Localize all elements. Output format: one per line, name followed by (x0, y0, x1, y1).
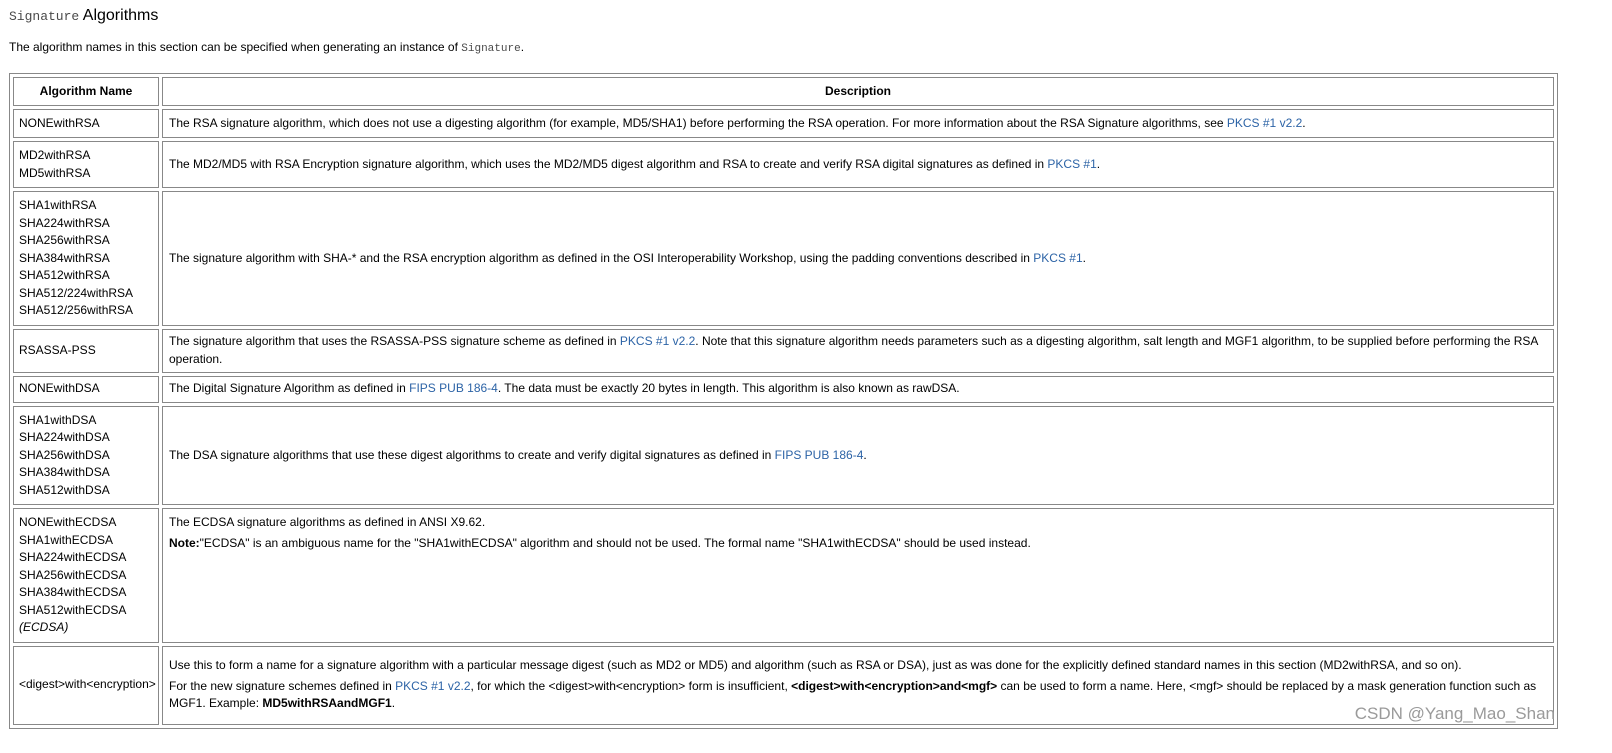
algorithm-name: SHA256withECDSA (19, 567, 127, 582)
table-row: NONEwithDSA The Digital Signature Algori… (13, 375, 1554, 403)
description-text: The MD2/MD5 with RSA Encryption signatur… (169, 156, 1048, 171)
watermark-text: CSDN @Yang_Mao_Shan (1354, 704, 1555, 723)
algorithm-name: NONEwithRSA (19, 115, 100, 130)
pkcs1-v22-link[interactable]: PKCS #1 v2.2 (620, 334, 695, 348)
algorithm-name: MD2withRSA (19, 148, 91, 162)
fips-pub-186-4-link[interactable]: FIPS PUB 186-4 (409, 381, 498, 395)
algorithm-name: <digest>with<encryption> (19, 677, 156, 692)
description-text: , for which the <digest>with<encryption>… (470, 678, 792, 693)
description-text: . (391, 696, 396, 711)
description-text: The DSA signature algorithms that use th… (169, 447, 775, 462)
table-header-row: Algorithm Name Description (13, 77, 1554, 106)
algorithm-name: SHA512withDSA (19, 482, 110, 497)
algorithm-name: RSASSA-PSS (19, 342, 96, 357)
description-text: . (1082, 250, 1086, 265)
description-text: Use this to form a name for a signature … (169, 658, 1462, 673)
name-format-bold: <digest>with<encryption>and<mgf> (791, 678, 998, 693)
description-text: The ECDSA signature algorithms as define… (169, 515, 486, 529)
algorithm-name: SHA512/256withRSA (19, 303, 134, 317)
algorithm-name: SHA224withECDSA (19, 550, 127, 564)
header-description: Description (162, 77, 1554, 106)
description-text: . The data must be exactly 20 bytes in l… (497, 381, 960, 396)
algorithm-name: SHA384withECDSA (19, 585, 127, 599)
heading-text: Algorithms (79, 7, 159, 24)
algorithm-name: SHA512/224withRSA (19, 285, 134, 300)
table-row: NONEwithRSA The RSA signature algorithm,… (13, 109, 1554, 138)
intro-paragraph: The algorithm names in this section can … (9, 39, 524, 57)
algorithms-table: Algorithm Name Description NONEwithRSA T… (9, 73, 1558, 729)
algorithm-name: SHA1withECDSA (19, 532, 114, 547)
algorithm-name-cell: <digest>with<encryption> (13, 645, 159, 725)
algorithm-name: SHA224withRSA (19, 215, 110, 230)
algorithm-name: SHA256withRSA (19, 233, 110, 247)
algorithm-name: NONEwithDSA (19, 381, 100, 396)
algorithm-name: SHA1withRSA (19, 198, 97, 212)
algorithm-name: SHA512withECDSA (19, 602, 127, 617)
example-name-bold: MD5withRSAandMGF1 (262, 696, 392, 711)
description-text: The Digital Signature Algorithm as defin… (169, 381, 410, 396)
pkcs1-link[interactable]: PKCS #1 (1033, 251, 1082, 265)
algorithm-name-cell: NONEwithECDSA SHA1withECDSA SHA224withEC… (13, 508, 159, 643)
algorithm-name: SHA512withRSA (19, 268, 110, 282)
description-cell: The ECDSA signature algorithms as define… (162, 508, 1554, 643)
algorithm-name-cell: SHA1withRSA SHA224withRSA SHA256withRSA … (13, 191, 159, 326)
table-row: SHA1withRSA SHA224withRSA SHA256withRSA … (13, 191, 1554, 326)
algorithm-name: SHA224withDSA (19, 430, 110, 444)
algorithm-name: SHA256withDSA (19, 447, 110, 462)
table-row: SHA1withDSA SHA224withDSA SHA256withDSA … (13, 405, 1554, 505)
table-row: <digest>with<encryption> Use this to for… (13, 645, 1554, 725)
description-cell: The RSA signature algorithm, which does … (162, 109, 1554, 138)
description-cell: Use this to form a name for a signature … (162, 645, 1554, 725)
algorithm-name-cell: NONEwithRSA (13, 109, 159, 138)
description-text: The signature algorithm with SHA-* and t… (169, 250, 1034, 265)
table-row: NONEwithECDSA SHA1withECDSA SHA224withEC… (13, 508, 1554, 643)
algorithm-name: NONEwithECDSA (19, 515, 117, 529)
algorithm-name-cell: MD2withRSA MD5withRSA (13, 141, 159, 188)
description-paragraph: For the new signature schemes defined in… (169, 678, 1547, 713)
description-cell: The signature algorithm that uses the RS… (162, 328, 1554, 373)
description-text: . (1302, 115, 1306, 130)
note-text: "ECDSA" is an ambiguous name for the "SH… (199, 535, 1031, 550)
intro-text: The algorithm names in this section can … (9, 40, 462, 54)
pkcs1-v22-link[interactable]: PKCS #1 v2.2 (395, 679, 470, 693)
description-cell: The MD2/MD5 with RSA Encryption signatur… (162, 141, 1554, 188)
description-text: The RSA signature algorithm, which does … (169, 115, 1227, 130)
table-row: MD2withRSA MD5withRSA The MD2/MD5 with R… (13, 141, 1554, 188)
algorithm-alias: (ECDSA) (19, 620, 69, 634)
note-paragraph: Note:"ECDSA" is an ambiguous name for th… (169, 535, 1547, 553)
algorithm-name-cell: NONEwithDSA (13, 375, 159, 403)
note-label: Note: (169, 535, 200, 550)
fips-pub-186-4-link[interactable]: FIPS PUB 186-4 (775, 448, 864, 462)
pkcs1-link[interactable]: PKCS #1 (1047, 157, 1096, 171)
pkcs1-v22-link[interactable]: PKCS #1 v2.2 (1227, 116, 1302, 130)
algorithm-name: SHA384withDSA (19, 465, 110, 479)
algorithm-name-cell: SHA1withDSA SHA224withDSA SHA256withDSA … (13, 405, 159, 505)
description-text: . (1096, 156, 1101, 171)
intro-end: . (520, 40, 525, 54)
algorithm-name: MD5withRSA (19, 165, 91, 180)
intro-code: Signature (461, 43, 521, 55)
header-algorithm-name: Algorithm Name (13, 77, 159, 106)
description-text: The signature algorithm that uses the RS… (169, 334, 620, 348)
section-heading: Signature Algorithms (9, 6, 158, 27)
description-text: . (863, 447, 867, 462)
description-text: For the new signature schemes defined in (169, 678, 396, 693)
table-row: RSASSA-PSS The signature algorithm that … (13, 328, 1554, 373)
algorithm-name: SHA1withDSA (19, 412, 97, 427)
description-cell: The Digital Signature Algorithm as defin… (162, 375, 1554, 403)
heading-code: Signature (9, 9, 80, 24)
algorithm-name: SHA384withRSA (19, 250, 110, 265)
description-cell: The DSA signature algorithms that use th… (162, 405, 1554, 505)
description-cell: The signature algorithm with SHA-* and t… (162, 191, 1554, 326)
algorithm-name-cell: RSASSA-PSS (13, 328, 159, 373)
